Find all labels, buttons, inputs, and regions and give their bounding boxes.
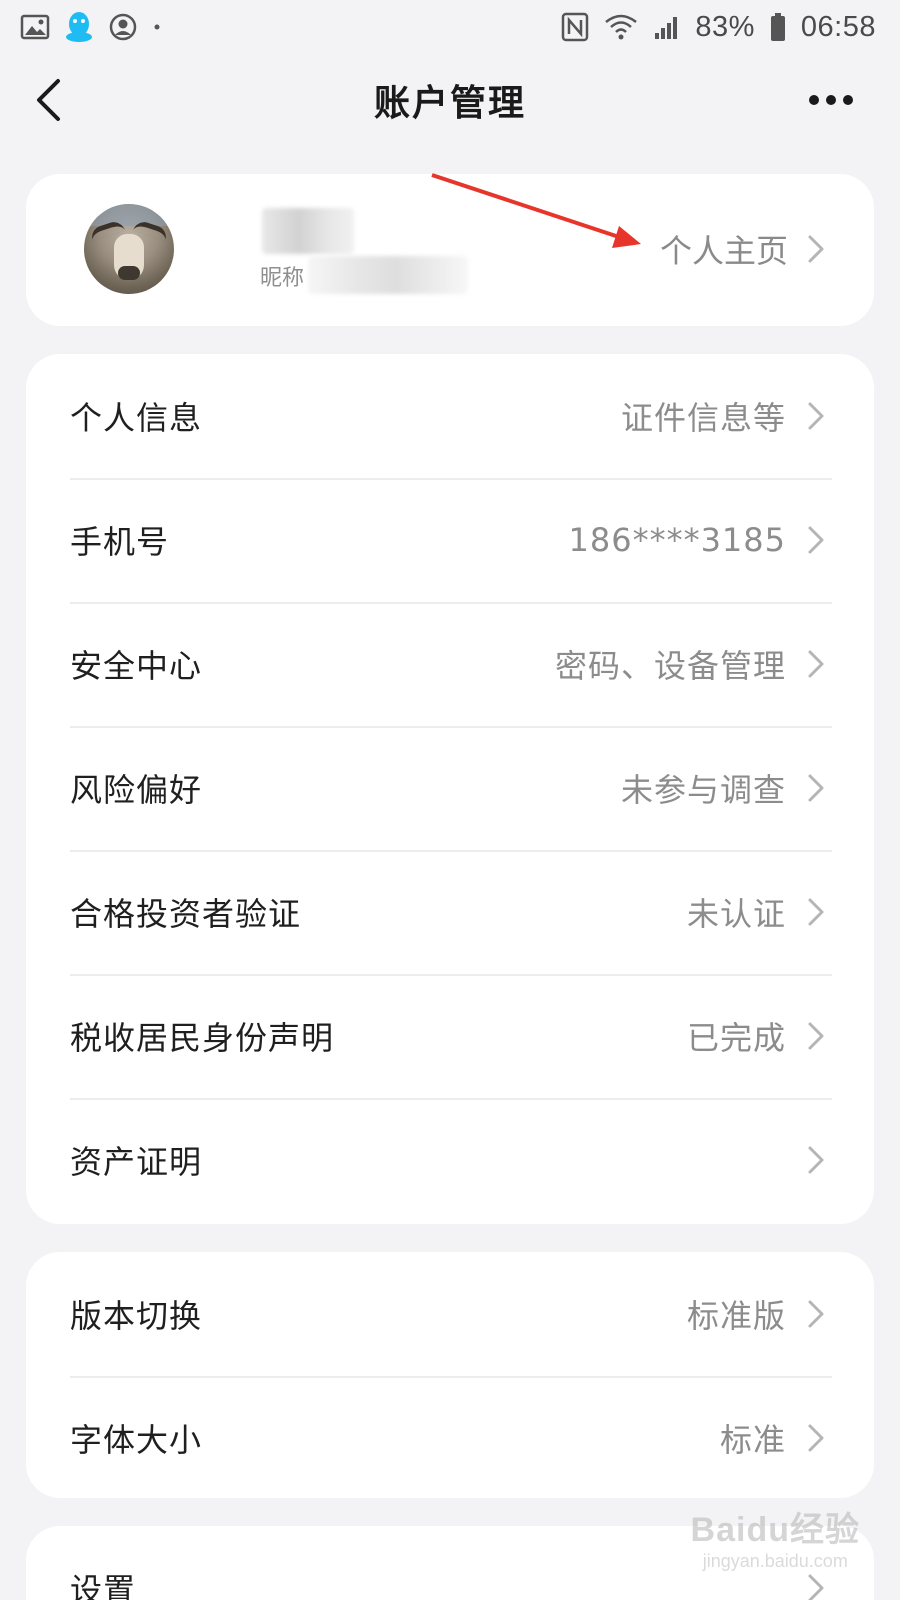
homepage-link-label: 个人主页 [659, 232, 788, 270]
avatar [84, 204, 174, 294]
nfc-icon [561, 12, 589, 42]
chevron-right-icon [806, 648, 826, 680]
nav-bar: 账户管理 [0, 58, 900, 142]
list-item-value: 密码、设备管理 [554, 647, 786, 685]
chevron-right-icon [806, 896, 826, 928]
list-item-asset-proof[interactable]: 资产证明 [26, 1098, 874, 1222]
signal-icon [653, 13, 681, 41]
list-item-label: 个人信息 [70, 399, 203, 437]
list-item-label: 资产证明 [70, 1143, 203, 1181]
divider [70, 850, 832, 852]
chevron-right-icon [806, 1144, 826, 1176]
clock: 06:58 [800, 10, 876, 43]
list-item-label: 字体大小 [70, 1421, 203, 1459]
list-item-label: 手机号 [70, 523, 170, 561]
divider [70, 1098, 832, 1100]
list-item-value: 证件信息等 [620, 399, 786, 437]
list-item-label: 合格投资者验证 [70, 895, 302, 933]
blurred-username [262, 208, 354, 254]
list-item-label: 风险偏好 [70, 771, 203, 809]
chevron-right-icon [806, 1422, 826, 1454]
page-title: 账户管理 [373, 83, 526, 124]
back-button[interactable] [28, 76, 68, 124]
chevron-right-icon [806, 1572, 826, 1600]
list-item-qualified-investor[interactable]: 合格投资者验证 未认证 [26, 850, 874, 974]
status-bar: 83% 06:58 [0, 0, 900, 54]
list-item-value: 未参与调查 [620, 771, 786, 809]
chevron-right-icon [806, 524, 826, 556]
list-item-value: 标准版 [686, 1297, 786, 1335]
account-settings-group: 个人信息 证件信息等 手机号 186****3185 安全中心 密码、设备管理 … [26, 354, 874, 1224]
list-item-font-size[interactable]: 字体大小 标准 [26, 1376, 874, 1498]
chevron-right-icon [808, 235, 824, 263]
battery-icon [769, 12, 787, 42]
more-icon [826, 95, 836, 105]
chevron-right-icon [806, 1020, 826, 1052]
qq-icon [64, 10, 94, 44]
list-item-value: 已完成 [686, 1019, 786, 1057]
profile-card[interactable]: 昵称 个人主页 [26, 174, 874, 326]
dot-icon [152, 22, 162, 32]
chevron-right-icon [806, 400, 826, 432]
list-item-label: 版本切换 [70, 1297, 203, 1335]
wifi-icon [603, 12, 639, 42]
more-icon [809, 95, 819, 105]
divider [70, 602, 832, 604]
status-left [20, 10, 162, 44]
list-item-value: 未认证 [686, 895, 786, 933]
more-button[interactable] [804, 80, 858, 120]
watermark-sub: jingyan.baidu.com [702, 1551, 848, 1571]
list-item-risk-preference[interactable]: 风险偏好 未参与调查 [26, 726, 874, 850]
status-right: 83% 06:58 [561, 11, 876, 44]
gallery-icon [20, 14, 50, 40]
list-item-personal-info[interactable]: 个人信息 证件信息等 [26, 354, 874, 478]
chevron-left-icon [37, 79, 60, 121]
nickname-label: 昵称 [260, 266, 305, 291]
chevron-right-icon [806, 772, 826, 804]
list-item-value: 标准 [719, 1421, 786, 1459]
battery-percent: 83% [695, 10, 755, 43]
list-item-label: 税收居民身份声明 [70, 1019, 335, 1057]
more-icon [843, 95, 853, 105]
divider [70, 974, 832, 976]
watermark-main: Baidu经验 [690, 1511, 860, 1549]
list-item-value: 186****3185 [568, 521, 786, 559]
account-circle-icon [108, 12, 138, 42]
display-settings-group: 版本切换 标准版 字体大小 标准 [26, 1252, 874, 1498]
divider [70, 1376, 832, 1378]
list-item-security-center[interactable]: 安全中心 密码、设备管理 [26, 602, 874, 726]
list-item-tax-residency[interactable]: 税收居民身份声明 已完成 [26, 974, 874, 1098]
homepage-link[interactable]: 个人主页 [660, 226, 826, 272]
list-item-label: 安全中心 [70, 647, 203, 685]
divider [70, 478, 832, 480]
blurred-nickname [308, 256, 468, 294]
list-item-label: 设置 [70, 1571, 137, 1600]
divider [70, 726, 832, 728]
list-item-phone[interactable]: 手机号 186****3185 [26, 478, 874, 602]
list-item-version-switch[interactable]: 版本切换 标准版 [26, 1252, 874, 1376]
watermark: Baidu经验 jingyan.baidu.com [691, 1502, 860, 1572]
chevron-right-icon [806, 1298, 826, 1330]
